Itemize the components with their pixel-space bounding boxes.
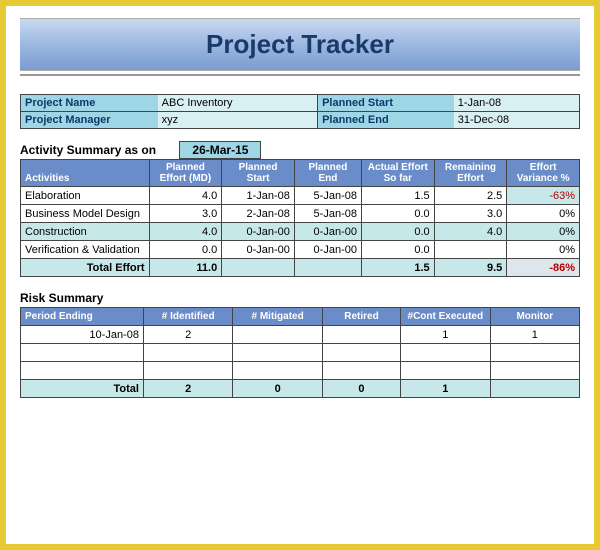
col-retired: Retired	[322, 308, 400, 326]
activity-total-row: Total Effort 11.0 1.5 9.5 -86%	[21, 259, 580, 277]
title-separator	[20, 74, 580, 76]
risk-row: 10-Jan-08 2 1 1	[21, 326, 580, 344]
planned-start-value: 1-Jan-08	[454, 95, 579, 112]
activity-row: Construction 4.0 0-Jan-00 0-Jan-00 0.0 4…	[21, 223, 580, 241]
col-variance: Effort Variance %	[507, 160, 580, 187]
activity-as-on-date: 26-Mar-15	[179, 141, 261, 159]
col-planned-effort: Planned Effort (MD)	[149, 160, 222, 187]
risk-table: Period Ending # Identified # Mitigated R…	[20, 307, 580, 398]
project-name-label: Project Name	[21, 95, 158, 112]
col-activities: Activities	[21, 160, 150, 187]
activity-heading-text: Activity Summary as on	[20, 143, 156, 157]
project-manager-value: xyz	[158, 112, 317, 128]
col-period: Period Ending	[21, 308, 144, 326]
project-manager-label: Project Manager	[21, 112, 158, 128]
activity-header-row: Activities Planned Effort (MD) Planned S…	[21, 160, 580, 187]
planned-end-value: 31-Dec-08	[454, 112, 579, 128]
activity-summary-heading: Activity Summary as on 26-Mar-15	[20, 143, 580, 157]
page-title: Project Tracker	[20, 18, 580, 71]
col-planned-start: Planned Start	[222, 160, 295, 187]
activity-row: Elaboration 4.0 1-Jan-08 5-Jan-08 1.5 2.…	[21, 187, 580, 205]
activity-row: Verification & Validation 0.0 0-Jan-00 0…	[21, 241, 580, 259]
activity-row: Business Model Design 3.0 2-Jan-08 5-Jan…	[21, 205, 580, 223]
risk-summary-heading: Risk Summary	[20, 291, 580, 305]
col-identified: # Identified	[143, 308, 232, 326]
col-cont: #Cont Executed	[401, 308, 490, 326]
project-info-grid: Project Name ABC Inventory Planned Start…	[20, 94, 580, 129]
col-remaining-effort: Remaining Effort	[434, 160, 507, 187]
risk-row	[21, 362, 580, 380]
risk-total-row: Total 2 0 0 1	[21, 380, 580, 398]
project-name-value: ABC Inventory	[158, 95, 317, 112]
col-actual-effort: Actual Effort So far	[361, 160, 434, 187]
col-planned-end: Planned End	[294, 160, 361, 187]
planned-start-label: Planned Start	[317, 95, 454, 112]
col-monitor: Monitor	[490, 308, 579, 326]
col-mitigated: # Mitigated	[233, 308, 322, 326]
planned-end-label: Planned End	[317, 112, 454, 128]
risk-header-row: Period Ending # Identified # Mitigated R…	[21, 308, 580, 326]
risk-row	[21, 344, 580, 362]
activity-table: Activities Planned Effort (MD) Planned S…	[20, 159, 580, 277]
